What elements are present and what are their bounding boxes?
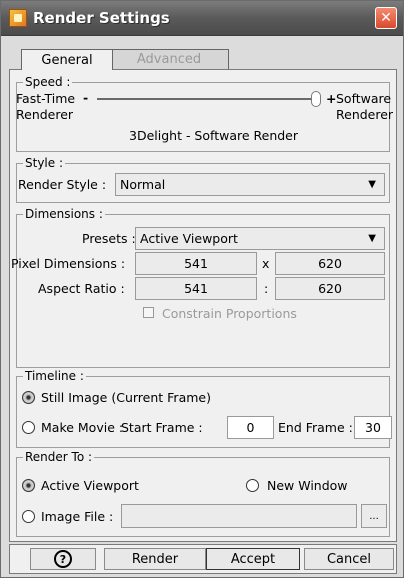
window-title: Render Settings <box>33 9 170 27</box>
render-button[interactable]: Render <box>104 548 206 570</box>
render-to-legend: Render To : <box>23 450 95 464</box>
aspect-width-field[interactable]: 541 <box>135 277 257 300</box>
start-frame-field[interactable]: 0 <box>227 416 274 439</box>
render-style-label: Render Style : <box>18 177 107 192</box>
constrain-proportions-label: Constrain Proportions <box>162 306 297 321</box>
title-bar[interactable]: Render Settings ✕ <box>1 1 403 36</box>
software-label: Software <box>336 91 392 106</box>
dimensions-group: Dimensions : Presets : Active Viewport ▼… <box>11 207 390 368</box>
fast-time-label: Fast-Time <box>16 91 76 106</box>
tab-general[interactable]: General <box>21 49 113 70</box>
fast-time-renderer-label: Renderer <box>16 107 74 122</box>
speed-legend: Speed : <box>23 75 73 89</box>
timeline-legend: Timeline : <box>23 369 86 383</box>
end-frame-label: End Frame : <box>278 420 353 435</box>
accept-button[interactable]: Accept <box>206 548 300 570</box>
render-style-value: Normal <box>120 177 166 192</box>
tab-advanced[interactable]: Advanced <box>109 49 229 69</box>
new-window-radio[interactable] <box>246 479 259 492</box>
aspect-height-field[interactable]: 620 <box>275 277 385 300</box>
presets-label: Presets : <box>82 231 136 246</box>
aspect-sep: : <box>264 281 269 296</box>
speed-slider-track[interactable] <box>97 98 311 100</box>
help-icon: ? <box>54 550 72 568</box>
end-frame-field[interactable]: 30 <box>354 416 392 439</box>
app-icon <box>9 9 27 27</box>
make-movie-label: Make Movie : <box>41 420 124 435</box>
speed-group: Speed : Fast-Time Renderer - + Software … <box>16 75 394 152</box>
image-file-radio[interactable] <box>22 510 35 523</box>
constrain-proportions-checkbox[interactable] <box>143 307 154 318</box>
general-panel: Speed : Fast-Time Renderer - + Software … <box>9 69 397 542</box>
still-image-label: Still Image (Current Frame) <box>41 390 211 405</box>
speed-slider-handle[interactable] <box>311 91 321 107</box>
browse-button[interactable]: ... <box>361 504 387 528</box>
image-file-label: Image File : <box>41 509 114 524</box>
chevron-down-icon: ▼ <box>368 233 376 244</box>
make-movie-radio[interactable] <box>22 421 35 434</box>
pixel-height-field[interactable]: 620 <box>275 252 385 275</box>
close-icon: ✕ <box>380 10 392 26</box>
help-button[interactable]: ? <box>30 548 96 570</box>
pixel-sep: x <box>262 256 270 271</box>
timeline-group: Timeline : Still Image (Current Frame) M… <box>16 369 392 448</box>
speed-current-renderer: 3Delight - Software Render <box>129 128 299 143</box>
pixel-dimensions-label: Pixel Dimensions : <box>11 256 126 271</box>
image-file-field[interactable] <box>121 504 357 528</box>
cancel-button[interactable]: Cancel <box>304 548 394 570</box>
dimensions-legend: Dimensions : <box>23 207 105 221</box>
close-button[interactable]: ✕ <box>375 7 397 29</box>
render-settings-window: Render Settings ✕ General Advanced Speed… <box>0 0 404 578</box>
style-group: Style : Render Style : Normal ▼ <box>16 156 390 203</box>
aspect-ratio-label: Aspect Ratio : <box>38 281 125 296</box>
presets-select[interactable]: Active Viewport ▼ <box>135 227 385 250</box>
speed-plus: + <box>326 91 337 106</box>
active-viewport-radio[interactable] <box>22 479 35 492</box>
chevron-down-icon: ▼ <box>368 179 376 190</box>
start-frame-label: Start Frame : <box>121 420 203 435</box>
software-renderer-label: Renderer <box>336 107 394 122</box>
presets-value: Active Viewport <box>140 231 238 246</box>
render-to-group: Render To : Active Viewport New Window I… <box>16 450 390 537</box>
still-image-radio[interactable] <box>22 391 35 404</box>
style-legend: Style : <box>23 156 65 170</box>
button-bar: ? Render Accept Cancel <box>9 544 397 574</box>
render-style-select[interactable]: Normal ▼ <box>115 173 385 196</box>
new-window-label: New Window <box>267 478 348 493</box>
speed-minus: - <box>83 90 89 105</box>
active-viewport-label: Active Viewport <box>41 478 139 493</box>
pixel-width-field[interactable]: 541 <box>135 252 257 275</box>
